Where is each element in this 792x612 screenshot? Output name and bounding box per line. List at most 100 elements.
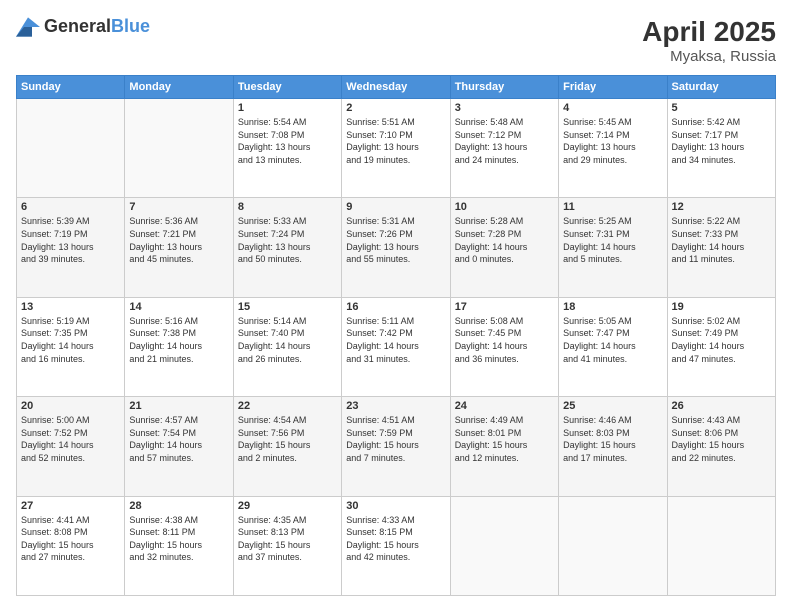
calendar-cell: 5Sunrise: 5:42 AM Sunset: 7:17 PM Daylig…	[667, 99, 775, 198]
day-info: Sunrise: 4:41 AM Sunset: 8:08 PM Dayligh…	[21, 514, 120, 564]
day-number: 14	[129, 301, 228, 313]
calendar-cell: 1Sunrise: 5:54 AM Sunset: 7:08 PM Daylig…	[233, 99, 341, 198]
logo-blue: Blue	[111, 16, 150, 36]
day-info: Sunrise: 4:54 AM Sunset: 7:56 PM Dayligh…	[238, 414, 337, 464]
day-info: Sunrise: 4:43 AM Sunset: 8:06 PM Dayligh…	[672, 414, 771, 464]
calendar-cell: 18Sunrise: 5:05 AM Sunset: 7:47 PM Dayli…	[559, 297, 667, 396]
day-number: 8	[238, 201, 337, 213]
day-info: Sunrise: 5:19 AM Sunset: 7:35 PM Dayligh…	[21, 315, 120, 365]
day-info: Sunrise: 5:22 AM Sunset: 7:33 PM Dayligh…	[672, 215, 771, 265]
day-number: 30	[346, 500, 445, 512]
header-monday: Monday	[125, 76, 233, 99]
calendar-table: Sunday Monday Tuesday Wednesday Thursday…	[16, 75, 776, 596]
day-number: 2	[346, 102, 445, 114]
day-info: Sunrise: 4:57 AM Sunset: 7:54 PM Dayligh…	[129, 414, 228, 464]
day-number: 7	[129, 201, 228, 213]
calendar-cell: 30 Sunrise: 4:33 AM Sunset: 8:15 PM Dayli…	[342, 496, 450, 595]
calendar-cell: 24 Sunrise: 4:49 AM Sunset: 8:01 PM Dayli…	[450, 397, 558, 496]
header: GeneralBlue April 2025 Myaksa, Russia	[16, 16, 776, 65]
month-title: April 2025	[642, 16, 776, 48]
day-number: 24	[455, 400, 554, 412]
day-number: 25	[563, 400, 662, 412]
calendar-cell	[667, 496, 775, 595]
calendar-cell: 2 Sunrise: 5:51 AM Sunset: 7:10 PM Daylig…	[342, 99, 450, 198]
calendar-cell: 6 Sunrise: 5:39 AM Sunset: 7:19 PM Daylig…	[17, 198, 125, 297]
day-info: Sunrise: 4:38 AM Sunset: 8:11 PM Dayligh…	[129, 514, 228, 564]
day-info: Sunrise: 5:31 AM Sunset: 7:26 PM Dayligh…	[346, 215, 445, 265]
calendar-cell: 8 Sunrise: 5:33 AM Sunset: 7:24 PM Daylig…	[233, 198, 341, 297]
calendar-cell: 15 Sunrise: 5:14 AM Sunset: 7:40 PM Dayli…	[233, 297, 341, 396]
calendar-header-row: Sunday Monday Tuesday Wednesday Thursday…	[17, 76, 776, 99]
calendar-week-row: 27 Sunrise: 4:41 AM Sunset: 8:08 PM Dayli…	[17, 496, 776, 595]
day-number: 20	[21, 400, 120, 412]
header-wednesday: Wednesday	[342, 76, 450, 99]
calendar-cell: 11Sunrise: 5:25 AM Sunset: 7:31 PM Dayli…	[559, 198, 667, 297]
calendar-cell	[17, 99, 125, 198]
day-number: 12	[672, 201, 771, 213]
day-info: Sunrise: 5:25 AM Sunset: 7:31 PM Dayligh…	[563, 215, 662, 265]
day-info: Sunrise: 4:51 AM Sunset: 7:59 PM Dayligh…	[346, 414, 445, 464]
calendar-cell	[559, 496, 667, 595]
day-number: 6	[21, 201, 120, 213]
day-info: Sunrise: 5:11 AM Sunset: 7:42 PM Dayligh…	[346, 315, 445, 365]
calendar-week-row: 20 Sunrise: 5:00 AM Sunset: 7:52 PM Dayli…	[17, 397, 776, 496]
calendar-cell: 19 Sunrise: 5:02 AM Sunset: 7:49 PM Dayli…	[667, 297, 775, 396]
day-number: 3	[455, 102, 554, 114]
day-number: 10	[455, 201, 554, 213]
day-info: Sunrise: 5:48 AM Sunset: 7:12 PM Dayligh…	[455, 116, 554, 166]
day-info: Sunrise: 4:49 AM Sunset: 8:01 PM Dayligh…	[455, 414, 554, 464]
calendar-week-row: 1Sunrise: 5:54 AM Sunset: 7:08 PM Daylig…	[17, 99, 776, 198]
logo-general: General	[44, 16, 111, 36]
calendar-cell: 13Sunrise: 5:19 AM Sunset: 7:35 PM Dayli…	[17, 297, 125, 396]
day-info: Sunrise: 5:00 AM Sunset: 7:52 PM Dayligh…	[21, 414, 120, 464]
day-info: Sunrise: 4:33 AM Sunset: 8:15 PM Dayligh…	[346, 514, 445, 564]
logo: GeneralBlue	[16, 16, 150, 37]
header-sunday: Sunday	[17, 76, 125, 99]
day-info: Sunrise: 5:14 AM Sunset: 7:40 PM Dayligh…	[238, 315, 337, 365]
day-info: Sunrise: 5:51 AM Sunset: 7:10 PM Dayligh…	[346, 116, 445, 166]
calendar-cell: 14Sunrise: 5:16 AM Sunset: 7:38 PM Dayli…	[125, 297, 233, 396]
calendar-cell: 9 Sunrise: 5:31 AM Sunset: 7:26 PM Daylig…	[342, 198, 450, 297]
calendar-cell: 29 Sunrise: 4:35 AM Sunset: 8:13 PM Dayli…	[233, 496, 341, 595]
day-info: Sunrise: 5:02 AM Sunset: 7:49 PM Dayligh…	[672, 315, 771, 365]
calendar-cell: 10 Sunrise: 5:28 AM Sunset: 7:28 PM Dayli…	[450, 198, 558, 297]
day-number: 22	[238, 400, 337, 412]
calendar-cell: 27 Sunrise: 4:41 AM Sunset: 8:08 PM Dayli…	[17, 496, 125, 595]
day-info: Sunrise: 5:39 AM Sunset: 7:19 PM Dayligh…	[21, 215, 120, 265]
header-saturday: Saturday	[667, 76, 775, 99]
calendar-cell: 22 Sunrise: 4:54 AM Sunset: 7:56 PM Dayli…	[233, 397, 341, 496]
calendar-cell: 23 Sunrise: 4:51 AM Sunset: 7:59 PM Dayli…	[342, 397, 450, 496]
day-number: 17	[455, 301, 554, 313]
day-number: 15	[238, 301, 337, 313]
title-block: April 2025 Myaksa, Russia	[642, 16, 776, 65]
calendar-cell: 3 Sunrise: 5:48 AM Sunset: 7:12 PM Daylig…	[450, 99, 558, 198]
day-number: 19	[672, 301, 771, 313]
day-number: 29	[238, 500, 337, 512]
day-info: Sunrise: 4:35 AM Sunset: 8:13 PM Dayligh…	[238, 514, 337, 564]
location-title: Myaksa, Russia	[642, 48, 776, 65]
calendar-cell: 28 Sunrise: 4:38 AM Sunset: 8:11 PM Dayli…	[125, 496, 233, 595]
calendar-cell: 25Sunrise: 4:46 AM Sunset: 8:03 PM Dayli…	[559, 397, 667, 496]
day-number: 21	[129, 400, 228, 412]
calendar-week-row: 6 Sunrise: 5:39 AM Sunset: 7:19 PM Daylig…	[17, 198, 776, 297]
day-info: Sunrise: 5:33 AM Sunset: 7:24 PM Dayligh…	[238, 215, 337, 265]
day-number: 27	[21, 500, 120, 512]
header-thursday: Thursday	[450, 76, 558, 99]
calendar-cell: 26Sunrise: 4:43 AM Sunset: 8:06 PM Dayli…	[667, 397, 775, 496]
day-info: Sunrise: 5:42 AM Sunset: 7:17 PM Dayligh…	[672, 116, 771, 166]
day-number: 4	[563, 102, 662, 114]
calendar-cell: 12 Sunrise: 5:22 AM Sunset: 7:33 PM Dayli…	[667, 198, 775, 297]
day-info: Sunrise: 5:08 AM Sunset: 7:45 PM Dayligh…	[455, 315, 554, 365]
logo-icon	[16, 17, 40, 37]
calendar-cell: 17 Sunrise: 5:08 AM Sunset: 7:45 PM Dayli…	[450, 297, 558, 396]
day-number: 23	[346, 400, 445, 412]
day-number: 18	[563, 301, 662, 313]
day-number: 1	[238, 102, 337, 114]
header-friday: Friday	[559, 76, 667, 99]
calendar-cell: 4Sunrise: 5:45 AM Sunset: 7:14 PM Daylig…	[559, 99, 667, 198]
day-info: Sunrise: 5:28 AM Sunset: 7:28 PM Dayligh…	[455, 215, 554, 265]
day-number: 9	[346, 201, 445, 213]
day-number: 28	[129, 500, 228, 512]
calendar-cell: 20 Sunrise: 5:00 AM Sunset: 7:52 PM Dayli…	[17, 397, 125, 496]
calendar-cell: 16Sunrise: 5:11 AM Sunset: 7:42 PM Dayli…	[342, 297, 450, 396]
